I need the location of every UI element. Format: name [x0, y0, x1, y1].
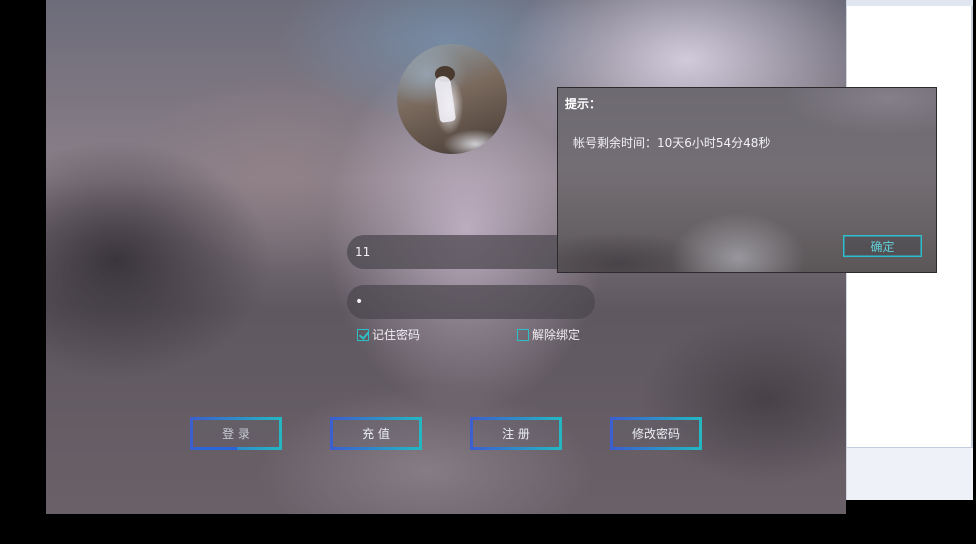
avatar: [397, 44, 507, 154]
username-input[interactable]: [355, 245, 587, 259]
password-input[interactable]: [355, 294, 587, 310]
unbind-label: 解除绑定: [532, 328, 581, 342]
login-button[interactable]: 登 录: [190, 417, 282, 450]
background-window-footer: [847, 447, 973, 500]
remember-password-label: 记住密码: [372, 328, 421, 342]
avatar-figure: [433, 75, 457, 123]
recharge-button[interactable]: 充 值: [330, 417, 422, 450]
remember-password-checkmark-icon[interactable]: [357, 328, 369, 341]
dialog-message: 帐号剩余时间：10天6小时54分48秒: [573, 136, 771, 150]
dialog-ok-button[interactable]: 确定: [843, 235, 922, 257]
unbind-checkbox[interactable]: 解除绑定: [517, 326, 580, 343]
remember-password-checkbox[interactable]: 记住密码: [357, 326, 420, 343]
dialog-title: 提示：: [565, 97, 602, 111]
notice-dialog: 提示： 帐号剩余时间：10天6小时54分48秒 确定: [557, 87, 937, 273]
change-password-button[interactable]: 修改密码: [610, 417, 702, 450]
password-field[interactable]: [347, 285, 595, 319]
unbind-checkbox-box-icon[interactable]: [517, 328, 529, 341]
register-button[interactable]: 注 册: [470, 417, 562, 450]
